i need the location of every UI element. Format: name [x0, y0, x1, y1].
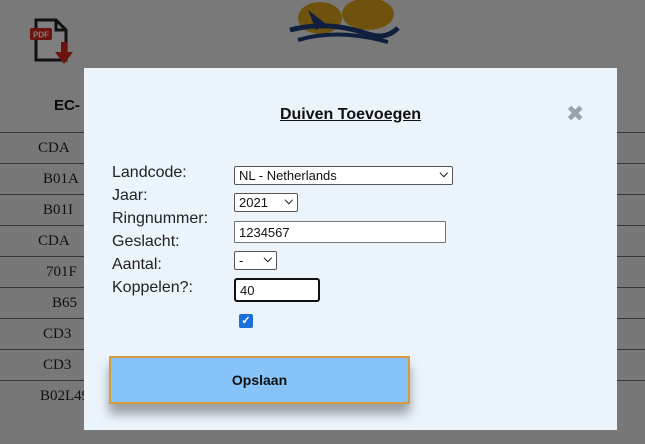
- add-pigeons-modal: Duiven Toevoegen ✖ Landcode: NL - Nether…: [84, 68, 617, 430]
- landcode-label: Landcode:: [112, 164, 187, 181]
- chevron-down-icon: ⌵: [439, 168, 448, 180]
- geslacht-value: -: [239, 253, 244, 268]
- modal-title: Duiven Toevoegen: [279, 106, 422, 123]
- chevron-down-icon: ⌵: [263, 253, 272, 265]
- aantal-label: Aantal:: [112, 256, 162, 273]
- checkmark-icon: ✓: [241, 315, 251, 327]
- geslacht-select[interactable]: - ⌵: [234, 251, 277, 270]
- jaar-select[interactable]: 2021 ⌵: [234, 193, 298, 212]
- aantal-input[interactable]: 40: [234, 278, 320, 302]
- jaar-value: 2021: [239, 195, 268, 210]
- jaar-label: Jaar:: [112, 187, 148, 204]
- landcode-value: NL - Netherlands: [239, 168, 337, 183]
- koppelen-label: Koppelen?:: [112, 279, 193, 296]
- close-icon[interactable]: ✖: [566, 103, 584, 125]
- save-button[interactable]: Opslaan: [109, 356, 410, 404]
- ringnummer-input[interactable]: 1234567: [234, 221, 446, 243]
- landcode-select[interactable]: NL - Netherlands ⌵: [234, 166, 453, 185]
- chevron-down-icon: ⌵: [284, 195, 293, 207]
- ringnummer-label: Ringnummer:: [112, 210, 209, 227]
- koppelen-checkbox[interactable]: ✓: [239, 314, 253, 328]
- geslacht-label: Geslacht:: [112, 233, 180, 250]
